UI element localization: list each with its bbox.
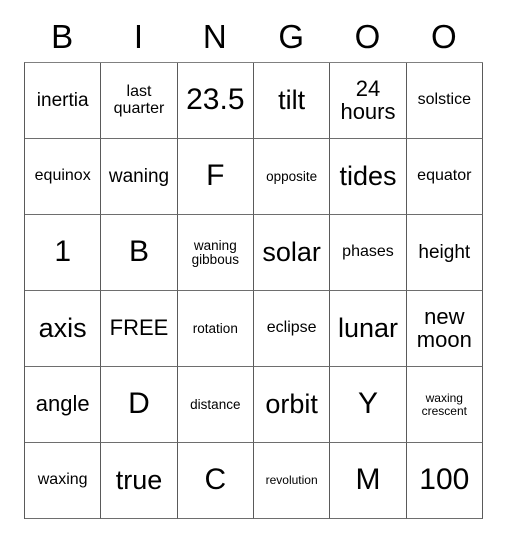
bingo-row: waxing true Crevolution M 100	[25, 443, 483, 519]
bingo-cell[interactable]: angle	[25, 367, 102, 443]
bingo-cell[interactable]: orbit	[253, 367, 331, 443]
bingo-cell-label: last quarter	[113, 83, 165, 117]
bingo-cell[interactable]: new moon	[406, 291, 483, 367]
bingo-grid: inertia last quarter 23.5 tilt 24 hours solst…	[24, 62, 483, 519]
bingo-cell[interactable]: 100	[406, 443, 483, 519]
bingo-cell-label: waning	[108, 165, 170, 187]
bingo-cell-label: lunar	[337, 312, 398, 343]
bingo-cell-label: M	[355, 463, 381, 497]
bingo-row: axis FREE rotation eclipse lunar new moon	[25, 291, 483, 367]
bingo-cell[interactable]: lunar	[330, 291, 407, 367]
bingo-cell-label: phases	[342, 243, 394, 261]
bingo-cell-label: axis	[38, 312, 87, 343]
bingo-header-letter-4: G	[278, 17, 304, 55]
bingo-cell-label: Y	[357, 387, 378, 421]
bingo-cell-label: opposite	[266, 168, 318, 184]
bingo-cell[interactable]: equator	[406, 139, 483, 215]
bingo-cell[interactable]: FREE	[101, 291, 178, 367]
bingo-header-letter-3: N	[202, 17, 227, 55]
bingo-cell[interactable]: F	[177, 139, 254, 215]
bingo-cell-label: solstice	[417, 91, 471, 109]
bingo-cell-label: inertia	[36, 89, 89, 111]
bingo-row: 1 Bwaning gibbous solar phases height	[25, 215, 483, 291]
bingo-cell-label: 23.5	[186, 83, 245, 117]
bingo-cell[interactable]: Y	[330, 367, 407, 443]
bingo-cell-label: FREE	[109, 315, 169, 341]
bingo-cell[interactable]: C	[177, 443, 254, 519]
bingo-cell-label: waxing	[37, 471, 88, 489]
bingo-cell[interactable]: solar	[253, 215, 331, 291]
bingo-cell-label: tilt	[278, 84, 306, 115]
bingo-cell-label: waning gibbous	[191, 237, 239, 267]
bingo-cell[interactable]: tilt	[253, 63, 331, 139]
bingo-cell-label: distance	[190, 396, 241, 412]
bingo-cell[interactable]: opposite	[253, 139, 331, 215]
bingo-cell[interactable]: inertia	[25, 63, 102, 139]
bingo-cell-label: waxing crescent	[421, 391, 467, 418]
bingo-cell[interactable]: tides	[330, 139, 407, 215]
bingo-cell-label: rotation	[192, 320, 238, 336]
bingo-cell-label: revolution	[265, 473, 318, 488]
bingo-cell-label: height	[418, 241, 471, 263]
bingo-cell-label: angle	[35, 391, 90, 417]
bingo-row: equinox waning Fopposite tides equator	[25, 139, 483, 215]
bingo-cell[interactable]: eclipse	[253, 291, 331, 367]
bingo-cell-label: equinox	[34, 167, 91, 185]
bingo-cell[interactable]: waxing crescent	[406, 367, 483, 443]
bingo-row: angle Ddistance orbit Ywaxing crescent	[25, 367, 483, 443]
bingo-cell-label: D	[128, 387, 150, 421]
bingo-cell-label: tides	[339, 160, 397, 191]
bingo-cell[interactable]: true	[101, 443, 178, 519]
bingo-header-row: B I N G O O	[24, 10, 482, 62]
bingo-cell[interactable]: 1	[25, 215, 102, 291]
bingo-cell-label: F	[206, 159, 225, 193]
bingo-header-letter-1: B	[51, 17, 74, 55]
bingo-cell-label: 24 hours	[340, 76, 396, 124]
bingo-cell[interactable]: revolution	[253, 443, 331, 519]
bingo-cell[interactable]: height	[406, 215, 483, 291]
bingo-cell[interactable]: phases	[330, 215, 407, 291]
bingo-cell-label: true	[115, 464, 163, 495]
bingo-cell[interactable]: waning	[101, 139, 178, 215]
bingo-cell[interactable]: 23.5	[177, 63, 254, 139]
bingo-cell[interactable]: waxing	[25, 443, 102, 519]
bingo-cell-label: orbit	[265, 388, 318, 419]
bingo-cell-label: 100	[419, 463, 470, 497]
bingo-cell[interactable]: distance	[177, 367, 254, 443]
bingo-cell-label: eclipse	[266, 319, 317, 337]
bingo-cell[interactable]: waning gibbous	[177, 215, 254, 291]
bingo-cell[interactable]: 24 hours	[330, 63, 407, 139]
bingo-header-letter-5: O	[354, 17, 381, 55]
bingo-cell[interactable]: B	[101, 215, 178, 291]
bingo-header-letter-2: I	[133, 17, 144, 55]
bingo-cell-label: solar	[262, 236, 321, 267]
bingo-cell-label: C	[204, 463, 227, 497]
bingo-cell[interactable]: last quarter	[101, 63, 178, 139]
bingo-header-letter-6: O	[430, 17, 457, 55]
bingo-card: B I N G O O inertia last quarter 23.5 tilt 2…	[24, 10, 483, 519]
bingo-cell-label: 1	[54, 235, 71, 269]
bingo-cell-label: new moon	[416, 304, 472, 352]
bingo-cell[interactable]: equinox	[25, 139, 102, 215]
bingo-cell[interactable]: D	[101, 367, 178, 443]
bingo-row: inertia last quarter 23.5 tilt 24 hours solst…	[25, 63, 483, 139]
bingo-cell[interactable]: M	[330, 443, 407, 519]
bingo-cell[interactable]: solstice	[406, 63, 483, 139]
bingo-cell[interactable]: rotation	[177, 291, 254, 367]
bingo-cell-label: B	[128, 235, 149, 269]
bingo-cell-label: equator	[417, 167, 472, 185]
bingo-cell[interactable]: axis	[25, 291, 102, 367]
